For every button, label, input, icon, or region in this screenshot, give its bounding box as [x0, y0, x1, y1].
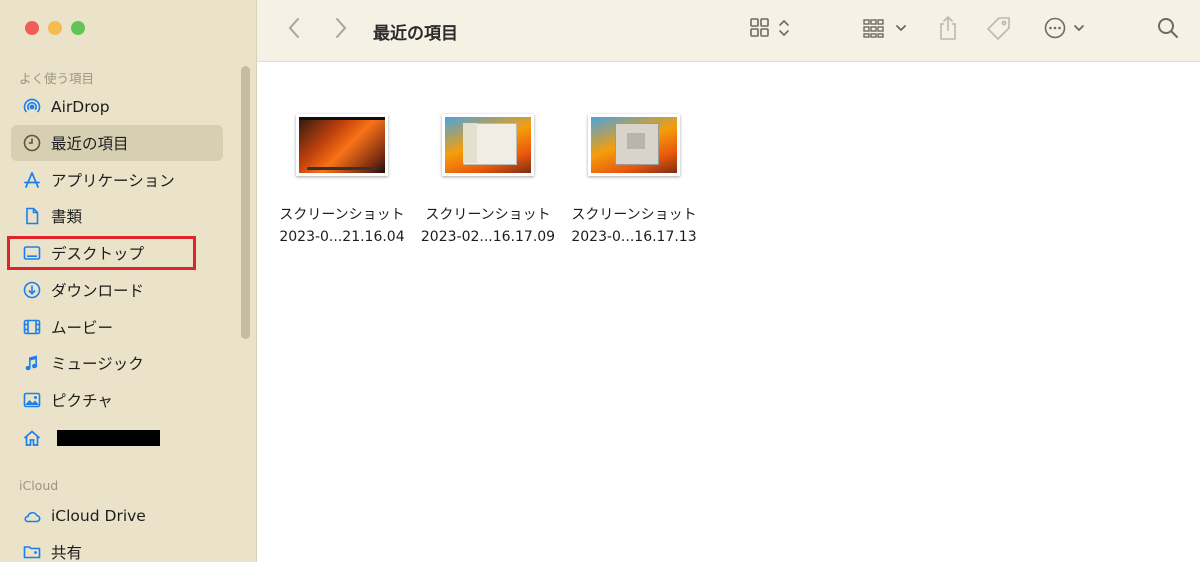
document-icon: [22, 206, 42, 226]
file-thumbnail: [442, 114, 534, 176]
sidebar-item-label: ダウンロード: [51, 282, 145, 300]
home-icon: [22, 428, 42, 448]
icloud-section-label: iCloud: [19, 478, 59, 493]
file-grid: スクリーンショット 2023-0...21.16.04 スクリーンショット 20…: [257, 63, 1200, 562]
sidebar: よく使う項目 AirDrop 最近の項目 アプリケーション 書類 デスクトップ: [0, 0, 257, 562]
shared-folder-icon: [22, 542, 42, 562]
sidebar-scrollbar[interactable]: [240, 66, 252, 342]
file-item[interactable]: スクリーンショット 2023-0...16.17.13: [561, 114, 707, 248]
view-mode-button[interactable]: [746, 16, 794, 44]
close-button[interactable]: [25, 21, 39, 35]
maximize-button[interactable]: [71, 21, 85, 35]
sidebar-item-label: iCloud Drive: [51, 507, 146, 525]
share-icon: [936, 14, 960, 46]
sidebar-item-shared[interactable]: 共有: [11, 534, 223, 562]
share-button[interactable]: [934, 14, 962, 46]
airdrop-icon: [22, 97, 42, 117]
tag-icon: [985, 15, 1013, 47]
sidebar-item-icloud-drive[interactable]: iCloud Drive: [11, 498, 223, 534]
sidebar-item-music[interactable]: ミュージック: [11, 345, 223, 381]
back-button[interactable]: [281, 16, 307, 44]
ellipsis-circle-icon: [1041, 16, 1091, 44]
download-icon: [22, 280, 42, 300]
toolbar: 最近の項目: [257, 0, 1200, 62]
applications-icon: [22, 170, 42, 190]
file-name: スクリーンショット 2023-0...16.17.13: [571, 207, 697, 245]
sidebar-item-documents[interactable]: 書類: [11, 198, 223, 234]
minimize-button[interactable]: [48, 21, 62, 35]
sidebar-item-recents[interactable]: 最近の項目: [11, 125, 223, 161]
file-name: スクリーンショット 2023-02...16.17.09: [420, 207, 556, 245]
favorites-section-label: よく使う項目: [19, 71, 95, 86]
file-thumbnail: [588, 114, 680, 176]
sidebar-item-label: 最近の項目: [51, 135, 129, 153]
window-title: 最近の項目: [373, 24, 458, 44]
sidebar-item-pictures[interactable]: ピクチャ: [11, 382, 223, 418]
sidebar-item-home[interactable]: [11, 420, 223, 456]
cloud-icon: [22, 506, 42, 526]
magnifier-icon: [1156, 16, 1180, 44]
group-by-button[interactable]: [860, 16, 912, 44]
file-item[interactable]: スクリーンショット 2023-02...16.17.09: [415, 114, 561, 248]
sidebar-item-label: ピクチャ: [51, 392, 113, 410]
music-note-icon: [22, 353, 42, 373]
sidebar-item-downloads[interactable]: ダウンロード: [11, 272, 223, 308]
file-thumbnail: [296, 114, 388, 176]
sidebar-item-label: ミュージック: [51, 355, 144, 373]
forward-button[interactable]: [328, 16, 354, 44]
clock-icon: [22, 133, 42, 153]
tag-button[interactable]: [984, 16, 1014, 46]
sidebar-item-label: 共有: [51, 544, 83, 562]
photo-icon: [22, 390, 42, 410]
grid-view-icon: [748, 16, 792, 44]
group-by-icon: [861, 16, 911, 44]
desktop-highlight-box: [7, 236, 196, 270]
scrollbar-thumb[interactable]: [241, 66, 250, 339]
film-icon: [22, 317, 42, 337]
sidebar-item-label: アプリケーション: [51, 172, 175, 190]
sidebar-item-label: ムービー: [51, 319, 114, 337]
sidebar-item-label: AirDrop: [51, 98, 110, 116]
sidebar-item-applications[interactable]: アプリケーション: [11, 162, 223, 198]
redacted-username: [57, 430, 160, 446]
search-button[interactable]: [1154, 16, 1182, 44]
sidebar-item-airdrop[interactable]: AirDrop: [11, 89, 223, 125]
file-item[interactable]: スクリーンショット 2023-0...21.16.04: [269, 114, 415, 248]
sidebar-item-label: 書類: [51, 208, 83, 226]
chevron-left-icon: [287, 17, 301, 43]
sidebar-item-movies[interactable]: ムービー: [11, 309, 223, 345]
window-controls: [25, 21, 85, 35]
action-menu-button[interactable]: [1040, 16, 1092, 44]
file-name: スクリーンショット 2023-0...21.16.04: [279, 207, 405, 245]
chevron-right-icon: [334, 17, 348, 43]
